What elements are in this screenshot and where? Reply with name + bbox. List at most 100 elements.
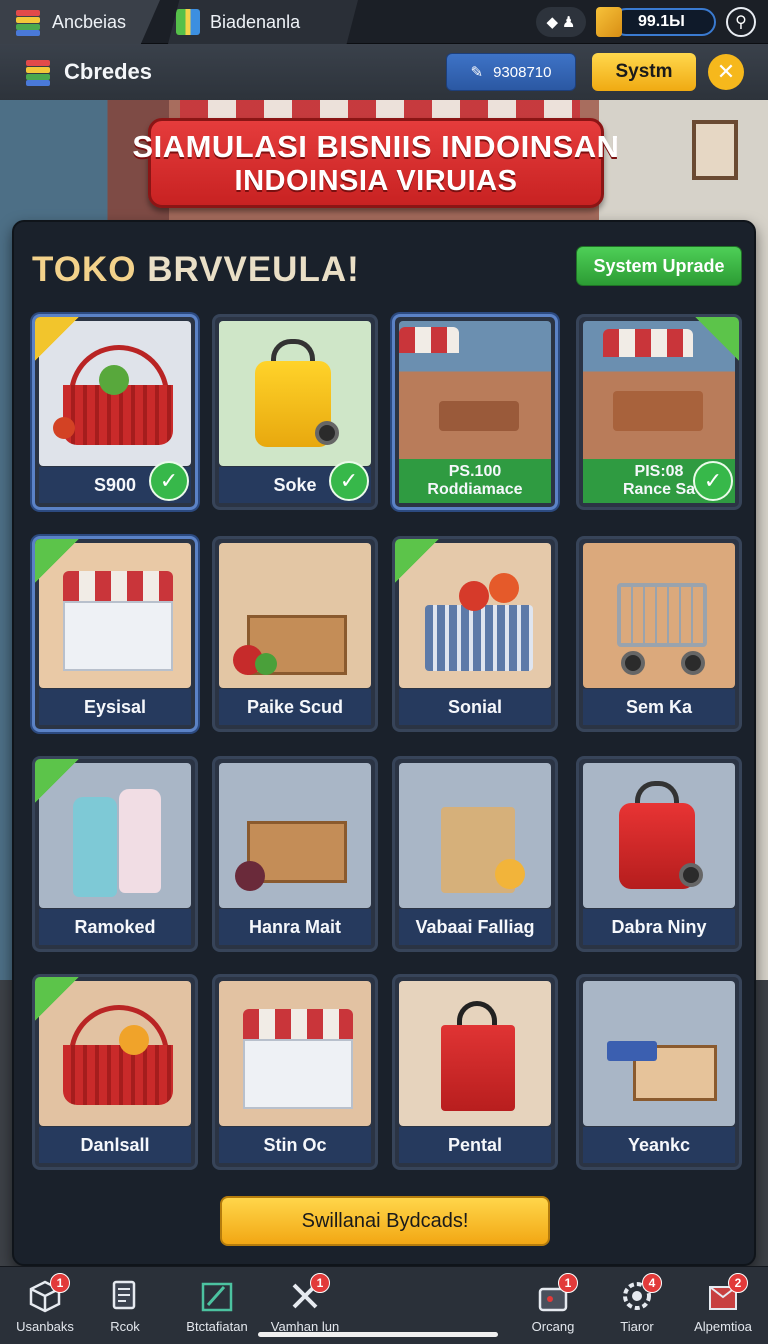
item-card[interactable]: Soke ✓ bbox=[212, 314, 378, 510]
item-image bbox=[399, 981, 551, 1126]
item-image bbox=[219, 321, 371, 466]
bag-icon: 1 bbox=[536, 1272, 578, 1313]
close-button[interactable]: ✕ bbox=[708, 54, 744, 90]
pencil-icon: ✎ bbox=[470, 64, 484, 81]
notification-badge: 2 bbox=[728, 1272, 748, 1293]
item-label: Sonial bbox=[399, 689, 551, 725]
nav-item-tiaror[interactable]: 4 Tiaror bbox=[592, 1267, 682, 1344]
item-card[interactable]: Ramoked bbox=[32, 756, 198, 952]
item-label: Stin Oc bbox=[219, 1127, 371, 1163]
item-label: Paike Scud bbox=[219, 689, 371, 725]
item-price: PIS:08 bbox=[634, 463, 684, 480]
nav-item-orcang[interactable]: 1 Orcang bbox=[508, 1267, 598, 1344]
tag-icon bbox=[35, 977, 79, 1021]
coin-icon bbox=[596, 7, 622, 37]
cart-icon bbox=[617, 583, 707, 647]
tag-icon bbox=[35, 317, 79, 361]
item-label: Sem Ka bbox=[583, 689, 735, 725]
tab-ancbeias[interactable]: Ancbeias bbox=[0, 0, 160, 44]
item-card[interactable]: Eysisal bbox=[32, 536, 198, 732]
nav-item-rcok[interactable]: Rcok bbox=[80, 1267, 170, 1344]
tag-icon bbox=[35, 539, 79, 583]
check-icon: ✓ bbox=[149, 461, 189, 501]
books-icon bbox=[24, 58, 52, 86]
wall-poster bbox=[692, 120, 738, 180]
shop-panel: TOKO BRVVEULA! System Uprade S900 ✓ Soke… bbox=[12, 220, 756, 1266]
item-card[interactable]: Danlsall bbox=[32, 974, 198, 1170]
chat-button[interactable]: ◆ ♟ bbox=[536, 7, 586, 37]
item-image bbox=[583, 981, 735, 1126]
desk-icon bbox=[439, 401, 519, 431]
item-label: Vabaai Falliag bbox=[399, 909, 551, 945]
stat-button[interactable]: ✎ 9308710 bbox=[446, 53, 576, 91]
close-icon: ✕ bbox=[716, 59, 736, 84]
bottle-icon bbox=[119, 789, 161, 893]
item-card[interactable]: Dabra Niny bbox=[576, 756, 742, 952]
item-card[interactable]: Hanra Mait bbox=[212, 756, 378, 952]
item-card[interactable]: PS.100 Roddiamace bbox=[392, 314, 558, 510]
item-card[interactable]: Pental bbox=[392, 974, 558, 1170]
person-icon: ⚲ bbox=[735, 14, 747, 31]
tag-icon bbox=[35, 759, 79, 803]
banner-line-1: SIAMULASI BISNIIS INDOINSAN bbox=[132, 128, 620, 164]
item-card[interactable]: Sem Ka bbox=[576, 536, 742, 732]
shop-title: TOKO BRVVEULA! bbox=[32, 250, 360, 290]
item-label: Pental bbox=[399, 1127, 551, 1163]
check-icon: ✓ bbox=[693, 461, 733, 501]
tab-label: Ancbeias bbox=[52, 11, 127, 32]
item-card[interactable]: Vabaai Falliag bbox=[392, 756, 558, 952]
stall-icon bbox=[243, 1009, 353, 1039]
app-title: Cbredes bbox=[64, 59, 153, 84]
item-image bbox=[583, 543, 735, 688]
item-image bbox=[219, 981, 371, 1126]
stat-value: 9308710 bbox=[493, 63, 552, 81]
coin-value: 99.1Ы bbox=[612, 8, 716, 36]
item-card[interactable]: PIS:08 Rance Sa ✓ bbox=[576, 314, 742, 510]
item-card[interactable]: S900 ✓ bbox=[32, 314, 198, 510]
item-card[interactable]: Yeankc bbox=[576, 974, 742, 1170]
item-label: Yeankc bbox=[583, 1127, 735, 1163]
notification-badge: 4 bbox=[642, 1272, 662, 1293]
nav-label: Orcang bbox=[531, 1318, 575, 1334]
item-card[interactable]: Stin Oc bbox=[212, 974, 378, 1170]
notification-badge: 1 bbox=[50, 1272, 70, 1293]
item-card[interactable]: Sonial bbox=[392, 536, 558, 732]
edit-chart-icon bbox=[200, 1279, 234, 1313]
currency-display: 99.1Ы bbox=[596, 7, 716, 37]
home-indicator[interactable] bbox=[258, 1332, 498, 1337]
item-label: Eysisal bbox=[39, 689, 191, 725]
nav-label: Rcok bbox=[110, 1318, 140, 1334]
item-image bbox=[399, 763, 551, 908]
nav-item-alpemtioa[interactable]: 2 Alpemtioa bbox=[678, 1267, 768, 1344]
tab-biadenanla[interactable]: Biadenanla bbox=[168, 0, 358, 44]
bottle-icon bbox=[73, 797, 117, 897]
tag-icon bbox=[695, 317, 739, 361]
nav-label: Usanbaks bbox=[16, 1318, 74, 1334]
crate-icon bbox=[425, 605, 533, 671]
chat-icon: ◆ bbox=[546, 14, 559, 31]
item-subtitle: Roddiamace bbox=[427, 481, 523, 498]
item-subtitle: Rance Sa bbox=[622, 481, 696, 498]
gear-icon: 4 bbox=[620, 1272, 662, 1313]
books-icon bbox=[14, 8, 42, 36]
friends-icon: ♟ bbox=[562, 14, 576, 31]
shop-title-word-1: TOKO bbox=[32, 250, 137, 289]
item-image bbox=[219, 543, 371, 688]
nav-item-usanbaks[interactable]: 1 Usanbaks bbox=[0, 1267, 90, 1344]
shop-title-word-2: BRVVEULA! bbox=[147, 250, 360, 289]
item-price: PS.100 bbox=[448, 463, 502, 480]
check-icon: ✓ bbox=[329, 461, 369, 501]
item-card[interactable]: Paike Scud bbox=[212, 536, 378, 732]
stall-icon bbox=[63, 571, 173, 601]
item-label: PS.100 Roddiamace bbox=[399, 459, 551, 503]
primary-action-button[interactable]: Swillanai Bydcads! bbox=[220, 1196, 550, 1246]
nav-item-btctafiatan[interactable]: Btctafiatan bbox=[172, 1267, 262, 1344]
tag-icon bbox=[395, 539, 439, 583]
nav-label: Btctafiatan bbox=[186, 1318, 248, 1334]
title-banner: SIAMULASI BISNIIS INDOINSAN INDOINSIA VI… bbox=[132, 118, 619, 208]
system-button[interactable]: Systm bbox=[592, 53, 696, 91]
nav-label: Alpemtioa bbox=[694, 1318, 752, 1334]
system-upgrade-button[interactable]: System Uprade bbox=[576, 246, 742, 286]
profile-button[interactable]: ⚲ bbox=[726, 7, 756, 37]
document-icon bbox=[108, 1279, 142, 1313]
